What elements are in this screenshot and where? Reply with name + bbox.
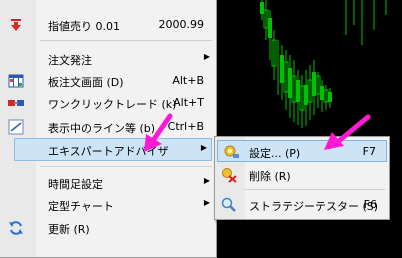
- menu-item-label: ワンクリックトレード (k): [48, 98, 177, 111]
- menu-item-order[interactable]: 注文発注 ▶: [0, 48, 216, 70]
- menu-item-template-chart[interactable]: 定型チャート ▶: [0, 194, 216, 216]
- one-click-icon: [8, 95, 24, 111]
- context-menu: 指値売り 0.01 2000.99 注文発注 ▶ 板注文画面 (D) Alt+B: [0, 0, 217, 258]
- menu-item-label: 定型チャート: [48, 200, 114, 213]
- submenu-arrow-icon: ▶: [203, 198, 210, 207]
- menu-item-expert-advisor[interactable]: エキスパートアドバイザ ▶: [14, 138, 212, 161]
- settings-icon: [224, 144, 240, 160]
- menu-item-label: ストラテジーテスター (S): [249, 200, 379, 213]
- submenu-arrow-icon: ▶: [200, 143, 207, 152]
- menu-item-timeframe[interactable]: 時間足設定 ▶: [0, 172, 216, 194]
- menu-separator: [245, 189, 385, 190]
- menu-item-label: 更新 (R): [48, 223, 90, 236]
- submenu-item-strategy-tester[interactable]: ストラテジーテスター (S) F6: [215, 194, 389, 216]
- menu-item-label: 指値売り 0.01: [48, 20, 120, 33]
- down-arrow-icon: [8, 17, 24, 33]
- menu-item-label: 板注文画面 (D): [48, 76, 124, 89]
- menu-item-shortcut: Alt+T: [173, 96, 204, 109]
- menu-item-refresh[interactable]: 更新 (R): [0, 217, 216, 239]
- tester-icon: [221, 197, 237, 213]
- menu-separator: [40, 166, 212, 167]
- menu-item-label: 設定... (P): [249, 147, 301, 160]
- menu-item-shortcut: Alt+B: [172, 74, 204, 87]
- menu-item-one-click-trade[interactable]: ワンクリックトレード (k) Alt+T: [0, 92, 216, 114]
- grid-icon: [8, 73, 24, 89]
- line-icon: [8, 119, 24, 135]
- menu-item-label: 注文発注: [48, 54, 92, 67]
- menu-item-value: 2000.99: [158, 18, 205, 31]
- refresh-icon: [8, 220, 24, 236]
- menu-item-label: 削除 (R): [249, 170, 291, 183]
- submenu-arrow-icon: ▶: [203, 176, 210, 185]
- submenu-item-delete[interactable]: 削除 (R): [215, 164, 389, 186]
- menu-item-shortcut: F6: [363, 198, 377, 211]
- menu-item-sell-limit[interactable]: 指値売り 0.01 2000.99: [0, 14, 216, 36]
- menu-item-board-order[interactable]: 板注文画面 (D) Alt+B: [0, 70, 216, 92]
- annotation-arrow-icon: [324, 114, 371, 150]
- menu-separator: [40, 40, 212, 41]
- delete-icon: [221, 167, 237, 183]
- submenu-arrow-icon: ▶: [203, 52, 210, 61]
- menu-item-label: 時間足設定: [48, 178, 103, 191]
- annotation-arrow-icon: [144, 113, 173, 152]
- menu-item-displayed-lines[interactable]: 表示中のライン等 (b) Ctrl+B: [0, 116, 216, 138]
